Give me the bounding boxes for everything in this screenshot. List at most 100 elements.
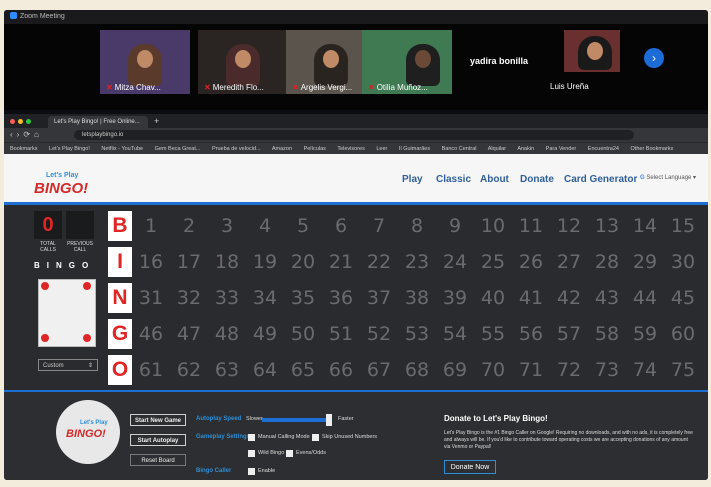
number-cell[interactable]: 29 [628,247,662,277]
participant-tile[interactable]: ✕ Meredith Flo... [198,30,288,94]
bookmark-item[interactable]: Leer [376,146,387,152]
number-cell[interactable]: 39 [438,283,472,313]
slider-handle[interactable] [326,414,332,426]
number-cell[interactable]: 71 [514,355,548,385]
number-cell[interactable]: 50 [286,319,320,349]
close-window-icon[interactable] [10,119,15,124]
number-cell[interactable]: 25 [476,247,510,277]
number-cell[interactable]: 11 [514,211,548,241]
pattern-card[interactable] [38,279,96,347]
number-cell[interactable]: 56 [514,319,548,349]
manual-calling-checkbox[interactable] [248,434,255,441]
number-cell[interactable]: 2 [172,211,206,241]
number-cell[interactable]: 60 [666,319,700,349]
number-cell[interactable]: 55 [476,319,510,349]
number-cell[interactable]: 20 [286,247,320,277]
number-cell[interactable]: 46 [134,319,168,349]
bookmark-item[interactable]: Anakin [517,146,534,152]
reset-board-button[interactable]: Reset Board [130,454,186,466]
start-new-game-button[interactable]: Start New Game [130,414,186,426]
number-cell[interactable]: 73 [590,355,624,385]
number-cell[interactable]: 45 [666,283,700,313]
number-cell[interactable]: 54 [438,319,472,349]
bookmark-item[interactable]: Para Vender [546,146,577,152]
number-cell[interactable]: 57 [552,319,586,349]
number-cell[interactable]: 34 [248,283,282,313]
number-cell[interactable]: 30 [666,247,700,277]
bookmark-item[interactable]: Banco Central [442,146,477,152]
evens-odds-checkbox[interactable] [286,450,293,457]
nav-about[interactable]: About [480,174,509,185]
start-autoplay-button[interactable]: Start Autoplay [130,434,186,446]
number-cell[interactable]: 10 [476,211,510,241]
pattern-dot[interactable] [83,282,91,290]
number-cell[interactable]: 13 [590,211,624,241]
number-cell[interactable]: 67 [362,355,396,385]
bookmark-item[interactable]: Il Guimarães [399,146,430,152]
bookmark-item[interactable]: Bookmarks [10,146,38,152]
number-cell[interactable]: 1 [134,211,168,241]
participant-tile[interactable] [564,30,620,72]
bookmark-item[interactable]: Gem Beca Great... [155,146,201,152]
number-cell[interactable]: 37 [362,283,396,313]
donate-now-button[interactable]: Donate Now [444,460,496,474]
number-cell[interactable]: 16 [134,247,168,277]
number-cell[interactable]: 44 [628,283,662,313]
other-bookmarks[interactable]: Other Bookmarks [631,146,674,152]
autoplay-speed-slider[interactable] [262,418,330,422]
bookmark-item[interactable]: Encuentra24 [588,146,619,152]
navigation-buttons[interactable]: ‹›⟳⌂ [10,130,43,139]
number-cell[interactable]: 6 [324,211,358,241]
nav-donate[interactable]: Donate [520,174,554,185]
number-cell[interactable]: 8 [400,211,434,241]
number-cell[interactable]: 49 [248,319,282,349]
number-cell[interactable]: 42 [552,283,586,313]
new-tab-button[interactable]: + [154,116,159,126]
url-field[interactable]: letsplaybingo.io [74,130,634,140]
number-cell[interactable]: 69 [438,355,472,385]
maximize-window-icon[interactable] [26,119,31,124]
number-cell[interactable]: 19 [248,247,282,277]
number-cell[interactable]: 7 [362,211,396,241]
number-cell[interactable]: 58 [590,319,624,349]
number-cell[interactable]: 22 [362,247,396,277]
number-cell[interactable]: 17 [172,247,206,277]
wild-bingo-checkbox[interactable] [248,450,255,457]
enable-caller-checkbox[interactable] [248,468,255,475]
number-cell[interactable]: 43 [590,283,624,313]
number-cell[interactable]: 51 [324,319,358,349]
nav-play[interactable]: Play [402,174,423,185]
pattern-dot[interactable] [41,334,49,342]
language-select[interactable]: G Select Language ▾ [640,174,696,181]
number-cell[interactable]: 9 [438,211,472,241]
number-cell[interactable]: 12 [552,211,586,241]
number-cell[interactable]: 24 [438,247,472,277]
number-cell[interactable]: 63 [210,355,244,385]
bookmark-item[interactable]: Let's Play Bingo! [49,146,90,152]
participant-tile[interactable]: ✕ Mitza Chav... [100,30,190,94]
number-cell[interactable]: 33 [210,283,244,313]
number-cell[interactable]: 32 [172,283,206,313]
number-cell[interactable]: 70 [476,355,510,385]
participant-tile[interactable]: ✕ Otilia Muñoz... [362,30,452,94]
number-cell[interactable]: 38 [400,283,434,313]
number-cell[interactable]: 27 [552,247,586,277]
participant-name-tile[interactable]: yadira bonilla [470,56,528,66]
number-cell[interactable]: 68 [400,355,434,385]
number-cell[interactable]: 74 [628,355,662,385]
number-cell[interactable]: 41 [514,283,548,313]
pattern-dot[interactable] [41,282,49,290]
bookmark-item[interactable]: Películas [304,146,326,152]
number-cell[interactable]: 23 [400,247,434,277]
number-cell[interactable]: 4 [248,211,282,241]
bookmark-item[interactable]: Alquilar [488,146,506,152]
number-cell[interactable]: 53 [400,319,434,349]
number-cell[interactable]: 26 [514,247,548,277]
number-cell[interactable]: 14 [628,211,662,241]
number-cell[interactable]: 52 [362,319,396,349]
number-cell[interactable]: 61 [134,355,168,385]
number-cell[interactable]: 47 [172,319,206,349]
site-logo[interactable]: Let's Play BINGO! [34,172,90,198]
next-page-button[interactable]: › [644,48,664,68]
nav-card-generator[interactable]: Card Generator [564,174,637,185]
